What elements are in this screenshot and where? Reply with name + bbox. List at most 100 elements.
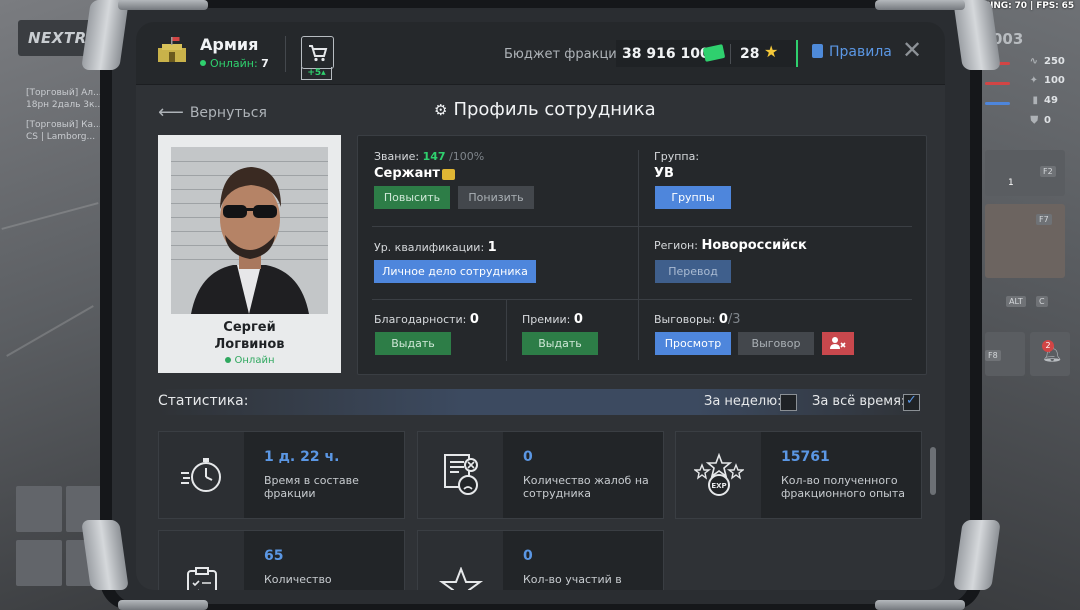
- personal-file-button[interactable]: Личное дело сотрудника: [374, 260, 536, 283]
- star-outline-icon: [438, 567, 483, 590]
- warnings-label: Выговоры: 0/3: [654, 312, 741, 327]
- stat-value: 0: [523, 548, 533, 564]
- all-time-filter-checkbox[interactable]: [903, 393, 920, 411]
- star-icon: ★: [764, 42, 779, 61]
- stat-value: 0: [523, 449, 533, 465]
- hud-key-label: F7: [1036, 214, 1052, 225]
- stat-icon-box: [159, 531, 244, 590]
- rank-max: /100%: [449, 150, 485, 163]
- give-thanks-button[interactable]: Выдать: [375, 332, 451, 355]
- rank-name: Сержант: [374, 166, 440, 181]
- stat-icon-box: [159, 432, 244, 518]
- stat-icon-box: EXP: [676, 432, 761, 518]
- faction-name: Армия: [200, 35, 259, 54]
- rank-progress: 147: [422, 150, 446, 163]
- promote-button[interactable]: Повысить: [374, 186, 450, 209]
- clipboard-icon: [186, 567, 217, 590]
- bonus-label-text: Премии:: [522, 313, 571, 326]
- close-icon[interactable]: ✕: [902, 38, 922, 62]
- hotbar-slot[interactable]: [16, 486, 62, 532]
- hud-key-label: F2: [1040, 166, 1056, 177]
- cart-badge: +5▴: [301, 67, 332, 80]
- give-warning-button[interactable]: Выговор: [738, 332, 814, 355]
- qualification-label-text: Ур. квалификации:: [374, 241, 485, 254]
- cart-badge-value: +5: [307, 68, 322, 78]
- notification-badge: 2: [1042, 340, 1054, 352]
- bonus-value: 0: [573, 312, 583, 327]
- hotbar-slot[interactable]: [16, 540, 62, 586]
- groups-button[interactable]: Группы: [655, 186, 731, 209]
- rules-link[interactable]: Правила: [829, 44, 892, 60]
- hud-stat-armor: ⛊ 0: [1010, 115, 1051, 126]
- budget-value: 38 916 100: [622, 46, 710, 62]
- online-dot-icon: [200, 60, 206, 66]
- hud-stat-value: 100: [1044, 75, 1065, 86]
- hud-stat-value: 250: [1044, 56, 1065, 67]
- info-divider: [372, 299, 912, 300]
- region-label-text: Регион:: [654, 239, 698, 252]
- region-label: Регион: Новороссийск: [654, 238, 807, 253]
- employee-last-name: Логвинов: [214, 337, 285, 352]
- cart-icon: [308, 44, 327, 61]
- transfer-button[interactable]: Перевод: [655, 260, 731, 283]
- rank-badge-icon: [442, 169, 455, 180]
- hud-key-label: F8: [985, 350, 1001, 361]
- info-divider: [506, 299, 507, 361]
- fire-employee-button[interactable]: [822, 332, 854, 355]
- thanks-value: 0: [469, 312, 479, 327]
- info-divider: [638, 150, 639, 360]
- stat-value: 65: [264, 548, 284, 564]
- warnings-value: 0: [718, 312, 728, 327]
- frame-corner-bar: [118, 600, 208, 610]
- rules-doc-icon[interactable]: [812, 44, 823, 58]
- food-icon: ✦: [1029, 75, 1038, 86]
- chart-icon: ▮: [1032, 95, 1038, 106]
- shop-button[interactable]: [301, 36, 334, 69]
- online-count: 7: [261, 57, 269, 70]
- page-title: ⚙ Профиль сотрудника: [434, 99, 656, 120]
- stat-card-time: 1 д. 22 ч. Время в составе фракции: [158, 431, 405, 519]
- frame-corner-bar: [118, 0, 208, 10]
- stat-description: Время в составе фракции: [264, 474, 359, 500]
- page-title-text: Профиль сотрудника: [453, 99, 656, 120]
- all-time-filter-label: За всё время:: [812, 394, 906, 409]
- stopwatch-icon: [180, 458, 221, 492]
- employee-status: Онлайн: [158, 355, 341, 366]
- chat-log-line: [Торговый] Ка...: [26, 120, 102, 130]
- hud-stat-value: 49: [1044, 95, 1058, 106]
- hud-key-label: C: [1036, 296, 1048, 307]
- rank-label: Звание: 147 /100%: [374, 150, 484, 163]
- arrow-left-icon: ⟵: [158, 102, 184, 123]
- stars-value: 28: [740, 46, 760, 62]
- back-label: Вернуться: [189, 105, 267, 121]
- hunger-bar: [985, 82, 1010, 85]
- give-bonus-button[interactable]: Выдать: [522, 332, 598, 355]
- demote-button[interactable]: Понизить: [458, 186, 534, 209]
- hud-vehicle-card[interactable]: [985, 204, 1065, 278]
- info-divider: [372, 226, 912, 227]
- bonus-label: Премии: 0: [522, 312, 583, 327]
- thanks-label-text: Благодарности:: [374, 313, 467, 326]
- stat-value: 1 д. 22 ч.: [264, 449, 340, 465]
- faction-army-icon: [158, 37, 186, 62]
- frame-corner-bar: [875, 600, 965, 610]
- chat-log-line: [Торговый] Ал...: [26, 88, 102, 98]
- online-label: Онлайн:: [210, 57, 258, 70]
- frame-corner-bar: [875, 0, 965, 10]
- stat-description: Кол-во участий в: [523, 573, 622, 586]
- exp-stars-icon: EXP: [693, 453, 744, 496]
- character-portrait: [191, 167, 309, 314]
- scrollbar[interactable]: [930, 447, 936, 495]
- warnings-label-text: Выговоры:: [654, 313, 716, 326]
- stat-card-experience: EXP 15761 Кол-во полученного фракционног…: [675, 431, 922, 519]
- stat-card-tasks: 65 Количество: [158, 530, 405, 590]
- complaint-document-icon: [443, 454, 478, 495]
- faction-online: Онлайн: 7: [200, 57, 269, 70]
- back-button[interactable]: ⟵ Вернуться: [158, 102, 267, 123]
- armor-bar: [985, 102, 1010, 105]
- view-warnings-button[interactable]: Просмотр: [655, 332, 731, 355]
- group-value: УВ: [654, 166, 674, 181]
- week-filter-checkbox[interactable]: [780, 394, 797, 411]
- rank-label-text: Звание:: [374, 150, 420, 163]
- budget-divider: [730, 44, 731, 64]
